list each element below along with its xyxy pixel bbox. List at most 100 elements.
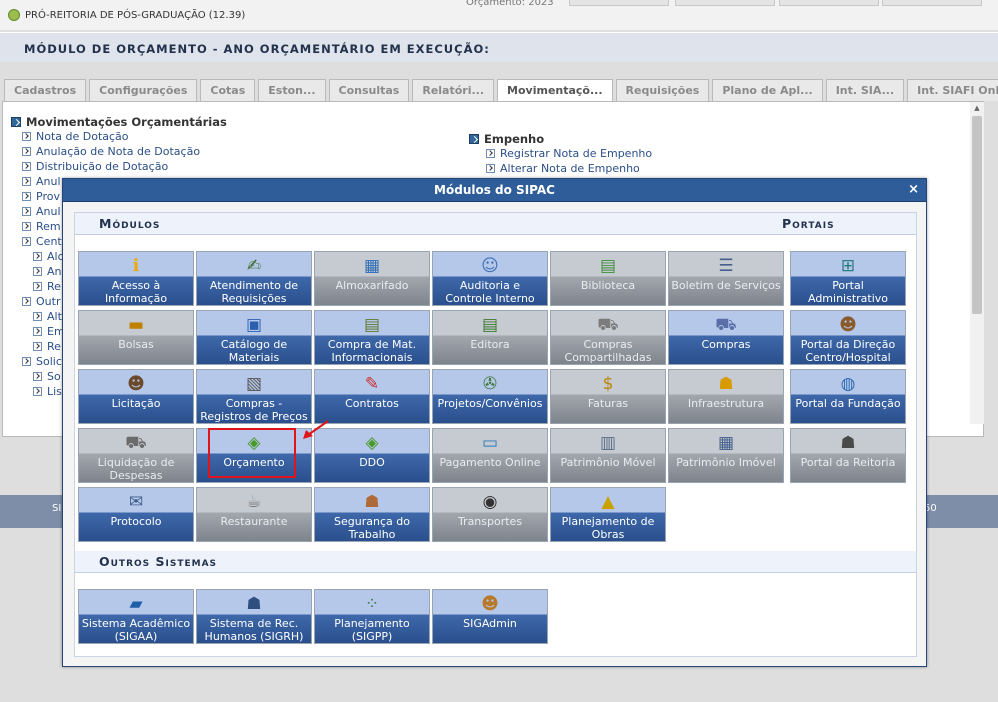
module-tile-portal-da-direcao-centro-hospital[interactable]: ☻ Portal da Direção Centro/Hospital — [790, 310, 906, 365]
tab-configuracoes[interactable]: Configurações — [89, 79, 198, 101]
module-tile-compra-de-mat-informacionais[interactable]: ▤ Compra de Mat. Informacionais — [314, 310, 430, 365]
link-label[interactable]: Nota de Dotação — [36, 130, 129, 143]
link-label[interactable]: Outr — [36, 295, 60, 308]
scrollbar[interactable]: ▲ — [970, 102, 984, 424]
link-label[interactable]: Re — [47, 280, 61, 293]
module-tile-planejamento-sigpp[interactable]: ⁘ Planejamento (SIGPP) — [314, 589, 430, 644]
bulletin-icon: ☰ — [718, 256, 734, 276]
tab-cadastros[interactable]: Cadastros — [4, 79, 87, 101]
link-anulacao-de-nota-de-dotacao[interactable]: Anulação de Nota de Dotação — [11, 144, 227, 159]
tab-requisicoes[interactable]: Requisições — [615, 79, 710, 101]
link-label[interactable]: Solic — [36, 355, 62, 368]
link-arrow-icon — [33, 342, 42, 351]
link-arrow-icon — [33, 312, 42, 321]
module-tile-projetos-convenios[interactable]: ✇ Projetos/Convênios — [432, 369, 548, 424]
module-tile-infraestrutura[interactable]: ☗ Infraestrutura — [668, 369, 784, 424]
module-tile-compras-registros-de-precos[interactable]: ▧ Compras - Registros de Preços — [196, 369, 312, 424]
top-button-1[interactable] — [569, 0, 669, 6]
link-nota-de-dotacao[interactable]: Nota de Dotação — [11, 129, 227, 144]
module-tile-sigadmin[interactable]: ☻ SIGAdmin — [432, 589, 548, 644]
module-tile-biblioteca[interactable]: ▤ Biblioteca — [550, 251, 666, 306]
link-label[interactable]: Alterar Nota de Empenho — [500, 162, 640, 175]
link-label[interactable]: Cent — [36, 235, 62, 248]
tab-consultas[interactable]: Consultas — [328, 79, 410, 101]
link-label[interactable]: Anul — [36, 205, 61, 218]
module-label: Projetos/Convênios — [437, 397, 543, 410]
link-arrow-icon — [33, 267, 42, 276]
module-tile-acesso-a-informacao[interactable]: ℹ Acesso à Informação — [78, 251, 194, 306]
coffee-icon: ☕ — [246, 492, 262, 512]
link-label[interactable]: Lis — [47, 385, 62, 398]
module-tile-seguranca-do-trabalho[interactable]: ☗ Segurança do Trabalho — [314, 487, 430, 542]
link-label[interactable]: Registrar Nota de Empenho — [500, 147, 652, 160]
tab-plano-de-apl[interactable]: Plano de Apl... — [712, 79, 823, 101]
link-arrow-icon — [486, 149, 495, 158]
module-label: Liquidação de Despesas — [97, 456, 175, 482]
module-tile-transportes[interactable]: ◉ Transportes — [432, 487, 548, 542]
link-label[interactable]: So — [47, 370, 61, 383]
module-tile-liquidacao-de-despesas[interactable]: ⛟ Liquidação de Despesas — [78, 428, 194, 483]
link-label[interactable]: Distribuição de Dotação — [36, 160, 168, 173]
tab-int-siafi-onli[interactable]: Int. SIAFI Onli... — [907, 79, 998, 101]
module-tile-portal-da-reitoria[interactable]: ☗ Portal da Reitoria — [790, 428, 906, 483]
module-label: Infraestrutura — [687, 397, 765, 410]
tab-cotas[interactable]: Cotas — [200, 79, 256, 101]
link-alterar-nota-de-empenho[interactable]: Alterar Nota de Empenho — [469, 161, 652, 176]
module-tile-pagamento-online[interactable]: ▭ Pagamento Online — [432, 428, 548, 483]
link-label[interactable]: Alt — [47, 310, 62, 323]
module-tile-portal-da-fundacao[interactable]: ◍ Portal da Fundação — [790, 369, 906, 424]
org-unit-label: PRÓ-REITORIA DE PÓS-GRADUAÇÃO (12.39) — [25, 9, 246, 21]
module-tile-almoxarifado[interactable]: ▦ Almoxarifado — [314, 251, 430, 306]
tab-movimentaco[interactable]: Movimentaçõ... — [497, 79, 613, 102]
org-unit: PRÓ-REITORIA DE PÓS-GRADUAÇÃO (12.39) — [8, 9, 245, 21]
link-label[interactable]: Prov — [36, 190, 60, 203]
link-registrar-nota-de-empenho[interactable]: Registrar Nota de Empenho — [469, 146, 652, 161]
module-tile-compras[interactable]: ⛟ Compras — [668, 310, 784, 365]
link-distribuicao-de-dotacao[interactable]: Distribuição de Dotação — [11, 159, 227, 174]
module-tile-compras-compartilhadas[interactable]: ⛟ Compras Compartilhadas — [550, 310, 666, 365]
top-button-2[interactable] — [675, 0, 775, 6]
link-label[interactable]: Anulação de Nota de Dotação — [36, 145, 200, 158]
request-icon: ✍ — [246, 256, 262, 276]
tab-relatori[interactable]: Relatóri... — [412, 79, 495, 101]
close-icon[interactable]: × — [908, 179, 919, 201]
top-button-3[interactable] — [779, 0, 879, 6]
link-label[interactable]: Rem — [36, 220, 61, 233]
others-header-bar: Outros Sistemas — [75, 551, 916, 573]
link-arrow-icon — [22, 192, 31, 201]
module-tile-planejamento-de-obras[interactable]: ▲ Planejamento de Obras — [550, 487, 666, 542]
tab-int-sia[interactable]: Int. SIA... — [825, 79, 905, 101]
book-icon: ▰ — [129, 594, 143, 614]
module-label: Pagamento Online — [439, 456, 541, 469]
module-tile-sistema-de-rec-humanos-sigrh[interactable]: ☗ Sistema de Rec. Humanos (SIGRH) — [196, 589, 312, 644]
module-tile-faturas[interactable]: $ Faturas — [550, 369, 666, 424]
module-tile-boletim-de-servicos[interactable]: ☰ Boletim de Serviços — [668, 251, 784, 306]
module-tile-patrimonio-movel[interactable]: ▥ Patrimônio Móvel — [550, 428, 666, 483]
module-tile-portal-administrativo[interactable]: ⊞ Portal Administrativo — [790, 251, 906, 306]
orcamento-year: Orçamento: 2023 — [466, 0, 554, 8]
module-tile-restaurante[interactable]: ☕ Restaurante — [196, 487, 312, 542]
module-tile-contratos[interactable]: ✎ Contratos — [314, 369, 430, 424]
module-tile-catalogo-de-materiais[interactable]: ▣ Catálogo de Materiais — [196, 310, 312, 365]
module-tile-bolsas[interactable]: ▬ Bolsas — [78, 310, 194, 365]
others-header: Outros Sistemas — [99, 554, 218, 569]
top-button-4[interactable] — [882, 0, 982, 6]
module-tile-atendimento-de-requisicoes[interactable]: ✍ Atendimento de Requisições — [196, 251, 312, 306]
scroll-up-icon[interactable]: ▲ — [970, 102, 984, 114]
link-arrow-icon — [22, 207, 31, 216]
module-tile-licitacao[interactable]: ☻ Licitação — [78, 369, 194, 424]
module-tile-patrimonio-imovel[interactable]: ▦ Patrimônio Imóvel — [668, 428, 784, 483]
module-tile-sistema-academico-sigaa[interactable]: ▰ Sistema Acadêmico (SIGAA) — [78, 589, 194, 644]
info-icon: ℹ — [132, 256, 140, 276]
books-stack-icon: ▤ — [481, 315, 499, 335]
link-label[interactable]: Anul — [36, 175, 61, 188]
tab-eston[interactable]: Eston... — [258, 79, 326, 101]
module-tile-auditoria-e-controle-interno[interactable]: ☺ Auditoria e Controle Interno — [432, 251, 548, 306]
link-label[interactable]: Re — [47, 340, 61, 353]
person-icon: ☗ — [246, 594, 262, 614]
network-icon: ⊞ — [840, 256, 856, 276]
module-tile-protocolo[interactable]: ✉ Protocolo — [78, 487, 194, 542]
module-tile-editora[interactable]: ▤ Editora — [432, 310, 548, 365]
scroll-thumb[interactable] — [972, 116, 982, 314]
link-label[interactable]: An — [47, 265, 62, 278]
